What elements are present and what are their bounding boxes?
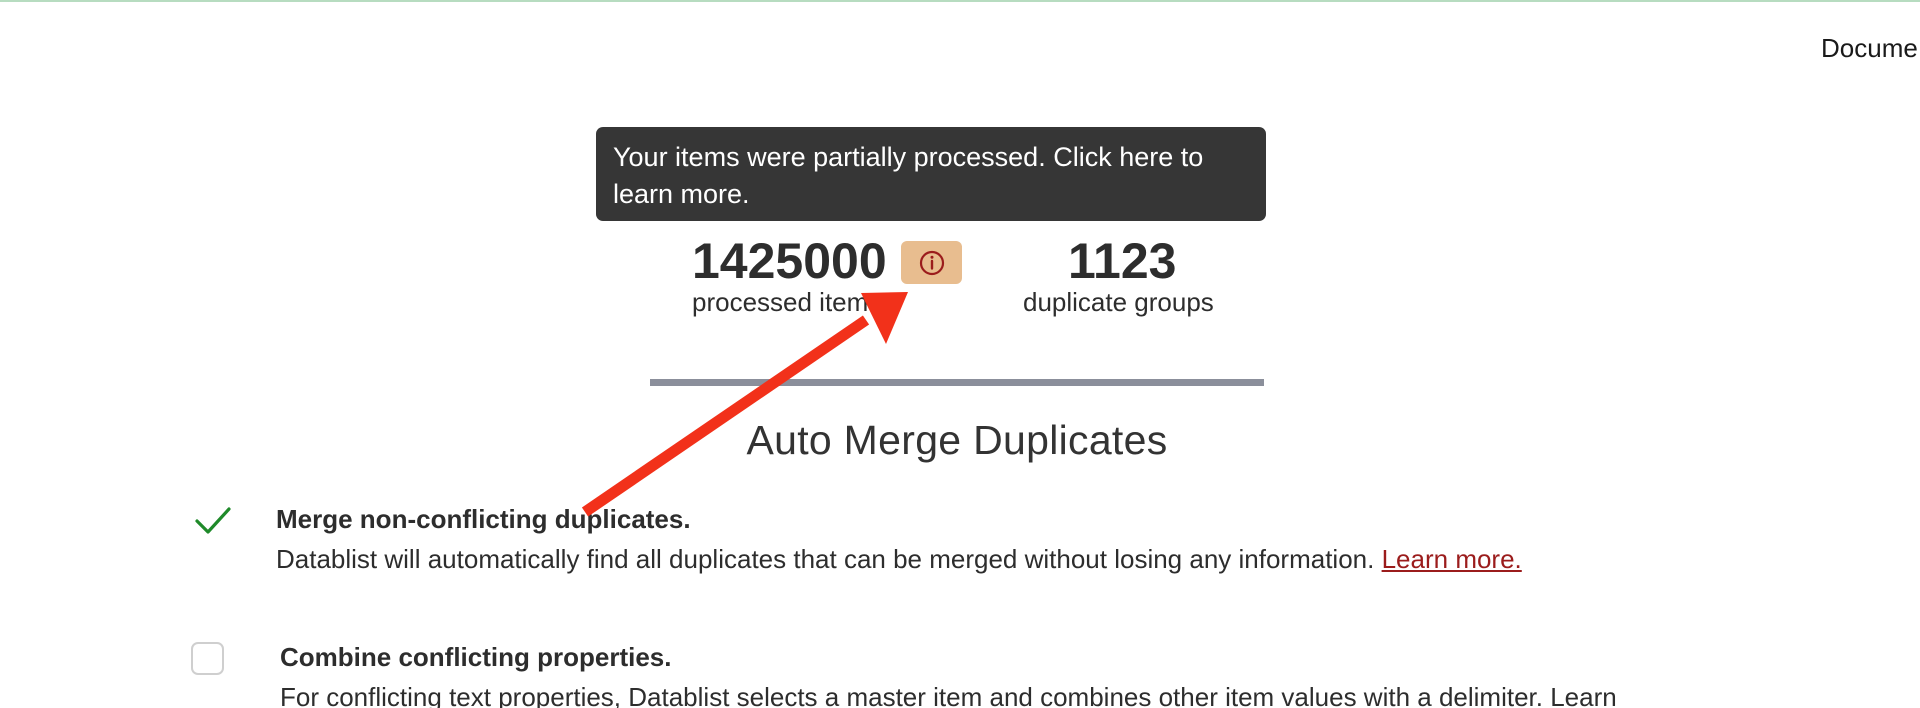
section-divider <box>650 379 1264 386</box>
option-combine-description: For conflicting text properties, Databli… <box>280 682 1617 708</box>
option-combine-text: For conflicting text properties, Databli… <box>280 682 1543 708</box>
option-merge-description: Datablist will automatically find all du… <box>276 544 1522 575</box>
option-combine-title: Combine conflicting properties. <box>280 642 672 672</box>
option-merge-title: Merge non-conflicting duplicates. <box>276 504 691 534</box>
annotation-arrow <box>581 292 908 517</box>
combine-properties-checkbox[interactable] <box>191 642 224 675</box>
info-button[interactable] <box>901 241 962 284</box>
duplicate-groups-count: 1123 <box>1068 233 1177 289</box>
documentation-link[interactable]: Docume <box>1821 33 1918 64</box>
duplicate-groups-label: duplicate groups <box>1023 287 1214 317</box>
info-circle-icon <box>919 250 944 275</box>
option-merge-text: Datablist will automatically find all du… <box>276 544 1375 574</box>
partial-processing-tooltip[interactable]: Your items were partially processed. Cli… <box>596 127 1266 221</box>
learn-link[interactable]: Learn <box>1550 682 1617 708</box>
processed-items-label: processed items <box>692 287 882 317</box>
processed-items-count: 1425000 <box>692 233 887 289</box>
page: Docume Your items were partially process… <box>0 0 1920 708</box>
checkmark-icon <box>195 507 231 534</box>
learn-more-link[interactable]: Learn more. <box>1382 544 1522 574</box>
section-title: Auto Merge Duplicates <box>746 417 1168 463</box>
